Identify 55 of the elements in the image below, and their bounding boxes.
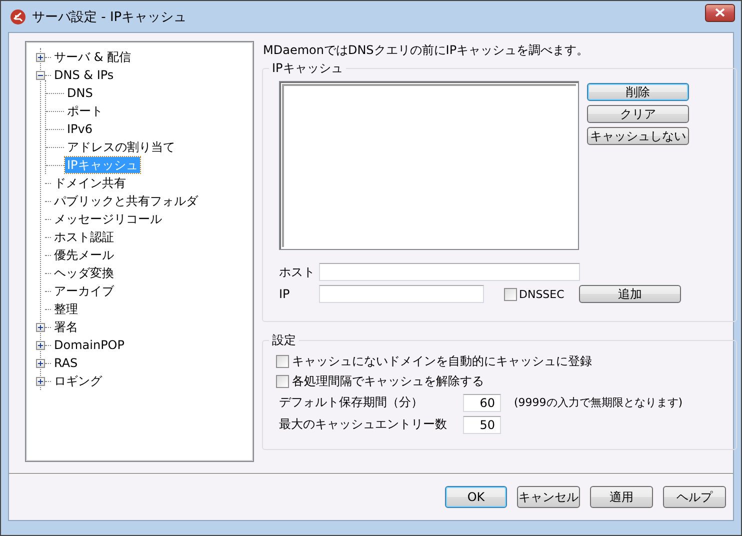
tree-item[interactable]: DNS (65, 85, 95, 101)
tree-item[interactable]: ホスト認証 (52, 229, 116, 245)
hint-text: (9999の入力で無期限となります) (513, 395, 684, 410)
field-label: 最大のキャッシュエントリー数 (278, 416, 448, 433)
tree-item[interactable]: DNS & IPs (52, 67, 116, 83)
checkbox[interactable] (504, 288, 517, 300)
tree-item[interactable]: アーカイブ (52, 283, 116, 299)
close-button[interactable] (705, 4, 735, 22)
dialog-button[interactable]: OK (445, 486, 507, 508)
field-label: ホスト (279, 264, 316, 280)
expand-icon[interactable] (36, 322, 45, 332)
tree-item[interactable]: 優先メール (52, 247, 116, 263)
host-field[interactable] (319, 263, 580, 281)
window-title: サーバ設定 - IPキャッシュ (32, 8, 187, 26)
tree-item[interactable]: ロギング (52, 373, 104, 389)
tree-item[interactable]: IPv6 (65, 121, 95, 137)
tree-item[interactable]: メッセージリコール (52, 211, 164, 227)
tree-item[interactable]: 署名 (52, 319, 80, 335)
checkbox[interactable] (276, 355, 289, 368)
number-field[interactable]: 50 (463, 416, 501, 434)
app-icon (10, 8, 26, 24)
tree-item[interactable]: ポート (65, 103, 105, 119)
tree-item[interactable]: RAS (52, 355, 80, 371)
checkbox-label: DNSSEC (519, 288, 564, 300)
cache-button[interactable]: 削除 (587, 83, 689, 101)
ip-field[interactable] (319, 285, 484, 303)
cache-button[interactable]: キャッシュしない (587, 127, 689, 145)
tree-item[interactable]: アドレスの割り当て (65, 139, 177, 155)
dialog-button[interactable]: キャンセル (517, 486, 580, 508)
checkbox[interactable] (276, 375, 289, 388)
tree-item[interactable]: DomainPOP (52, 337, 126, 353)
tree-item[interactable]: パブリックと共有フォルダ (52, 193, 200, 209)
add-button[interactable]: 追加 (579, 285, 681, 303)
field-label: IP (279, 287, 291, 301)
tree-item[interactable]: ヘッダ変換 (52, 265, 116, 281)
tree-item[interactable]: 整理 (52, 301, 80, 317)
cache-list[interactable] (279, 81, 579, 250)
number-field[interactable]: 60 (463, 394, 501, 412)
group-title: IPキャッシュ (271, 60, 344, 77)
cache-button[interactable]: クリア (587, 105, 689, 123)
expand-icon[interactable] (36, 358, 45, 368)
field-label: デフォルト保存期間（分） (278, 394, 424, 411)
expand-icon[interactable] (36, 340, 45, 350)
group-title: 設定 (271, 332, 297, 349)
expand-icon[interactable] (36, 52, 45, 62)
dialog-button[interactable]: ヘルプ (663, 486, 726, 508)
dialog-button[interactable]: 適用 (590, 486, 653, 508)
close-icon (715, 8, 725, 17)
tree-item[interactable]: サーバ & 配信 (52, 49, 133, 65)
description-text: MDaemonではDNSクエリの前にIPキャッシュを調べます。 (262, 42, 590, 59)
checkbox-label: 各処理間隔でキャッシュを解除する (292, 373, 484, 390)
tree-item[interactable]: ドメイン共有 (52, 175, 128, 191)
collapse-icon[interactable] (36, 70, 45, 80)
checkbox-label: キャッシュにないドメインを自動的にキャッシュに登録 (292, 353, 592, 370)
expand-icon[interactable] (36, 376, 45, 386)
